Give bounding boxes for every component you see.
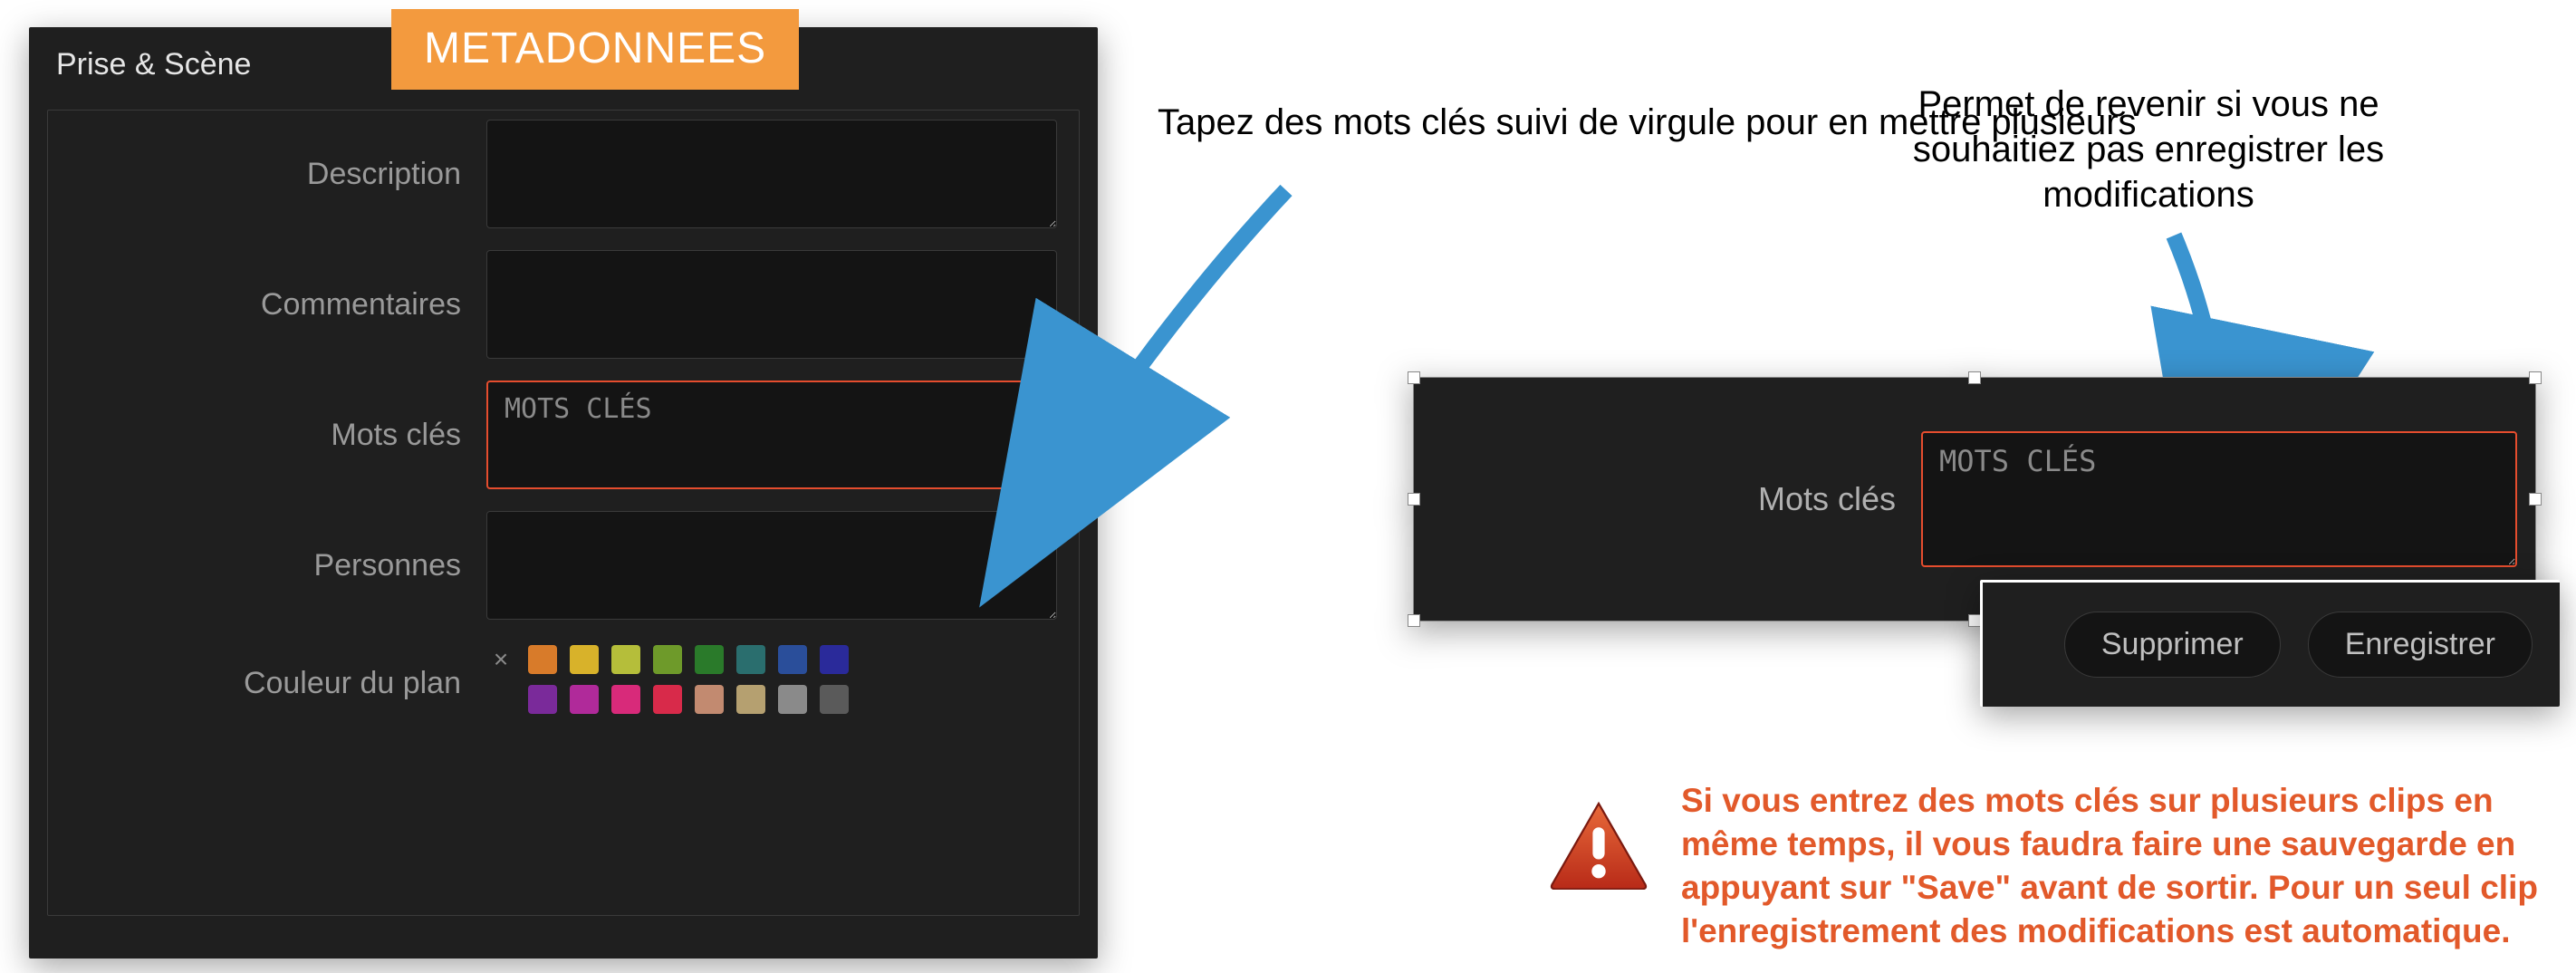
arrow-icon: [960, 181, 1341, 607]
metadata-badge: METADONNEES: [391, 9, 799, 90]
swatch[interactable]: [695, 645, 724, 674]
warning-block: Si vous entrez des mots clés sur plusieu…: [1549, 779, 2554, 953]
label-clip-color: Couleur du plan: [70, 666, 486, 701]
field-group: Description Commentaires Mots clés Perso…: [47, 110, 1080, 916]
swatch[interactable]: [778, 685, 807, 714]
metadata-panel: Prise & Scène Description Commentaires M…: [29, 27, 1098, 959]
delete-button[interactable]: Supprimer: [2064, 612, 2281, 678]
save-button[interactable]: Enregistrer: [2308, 612, 2533, 678]
selection-handle[interactable]: [1968, 614, 1981, 627]
swatch[interactable]: [653, 645, 682, 674]
swatch[interactable]: [695, 685, 724, 714]
swatch[interactable]: [570, 645, 599, 674]
row-comments: Commentaires: [70, 250, 1057, 359]
label-description: Description: [70, 157, 486, 192]
swatch[interactable]: [820, 685, 849, 714]
row-description: Description: [70, 120, 1057, 228]
swatches-container: ×: [486, 641, 1057, 725]
label-keywords-zoom: Mots clés: [1414, 480, 1921, 518]
selection-handle[interactable]: [2529, 371, 2542, 384]
input-keywords-zoom[interactable]: [1921, 431, 2517, 567]
selection-handle[interactable]: [2529, 493, 2542, 506]
save-buttons-panel: Supprimer Enregistrer: [1980, 580, 2560, 707]
warning-text: Si vous entrez des mots clés sur plusieu…: [1681, 779, 2554, 953]
label-keywords: Mots clés: [70, 418, 486, 453]
swatch[interactable]: [611, 685, 640, 714]
row-keywords: Mots clés: [70, 381, 1057, 489]
selection-handle[interactable]: [1408, 614, 1420, 627]
swatch[interactable]: [820, 645, 849, 674]
annotation-revert-hint: Permet de revenir si vous ne souhaitiez …: [1868, 82, 2429, 217]
swatch[interactable]: [611, 645, 640, 674]
swatch[interactable]: [736, 685, 765, 714]
metadata-panel-inner: Prise & Scène Description Commentaires M…: [29, 27, 1098, 959]
selection-handle[interactable]: [1968, 371, 1981, 384]
selection-handle[interactable]: [1408, 493, 1420, 506]
swatch[interactable]: [528, 685, 557, 714]
row-people: Personnes: [70, 511, 1057, 620]
swatch[interactable]: [528, 645, 557, 674]
swatch-row-2: [486, 685, 1057, 714]
label-people: Personnes: [70, 548, 486, 583]
swatch[interactable]: [570, 685, 599, 714]
label-comments: Commentaires: [70, 287, 486, 323]
row-clip-color: Couleur du plan ×: [70, 641, 1057, 725]
swatch[interactable]: [778, 645, 807, 674]
swatch[interactable]: [736, 645, 765, 674]
clear-color-icon[interactable]: ×: [486, 645, 515, 674]
swatch-row-1: ×: [486, 645, 1057, 674]
swatch[interactable]: [653, 685, 682, 714]
selection-handle[interactable]: [1408, 371, 1420, 384]
warning-icon: [1549, 799, 1648, 890]
